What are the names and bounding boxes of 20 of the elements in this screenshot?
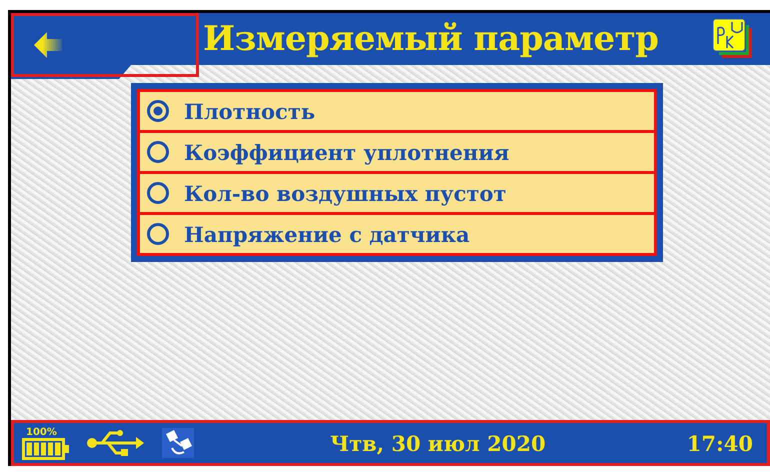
time-text: 17:40 [686, 430, 753, 456]
date-text: Чтв, 30 июл 2020 [330, 430, 546, 456]
window-title: Измеряемый параметр [203, 19, 658, 59]
radio-icon[interactable] [146, 99, 170, 123]
option-row[interactable]: Кол-во воздушных пустот [137, 171, 657, 215]
radio-icon[interactable] [146, 140, 170, 164]
option-row[interactable]: Плотность [137, 89, 657, 133]
radio-icon[interactable] [146, 222, 170, 246]
option-row[interactable]: Напряжение с датчика [137, 212, 657, 256]
radio-icon[interactable] [146, 181, 170, 205]
back-button[interactable] [11, 13, 199, 77]
option-label: Кол-во воздушных пустот [184, 180, 506, 206]
option-label: Плотность [184, 98, 316, 124]
option-label: Коэффициент уплотнения [184, 140, 510, 164]
option-row[interactable]: Коэффициент уплотнения [137, 130, 657, 174]
option-label: Напряжение с датчика [184, 222, 470, 246]
battery-icon [22, 438, 70, 460]
usb-icon [86, 428, 146, 458]
battery-percent: 100% [26, 426, 57, 438]
satellite-icon [162, 428, 194, 458]
